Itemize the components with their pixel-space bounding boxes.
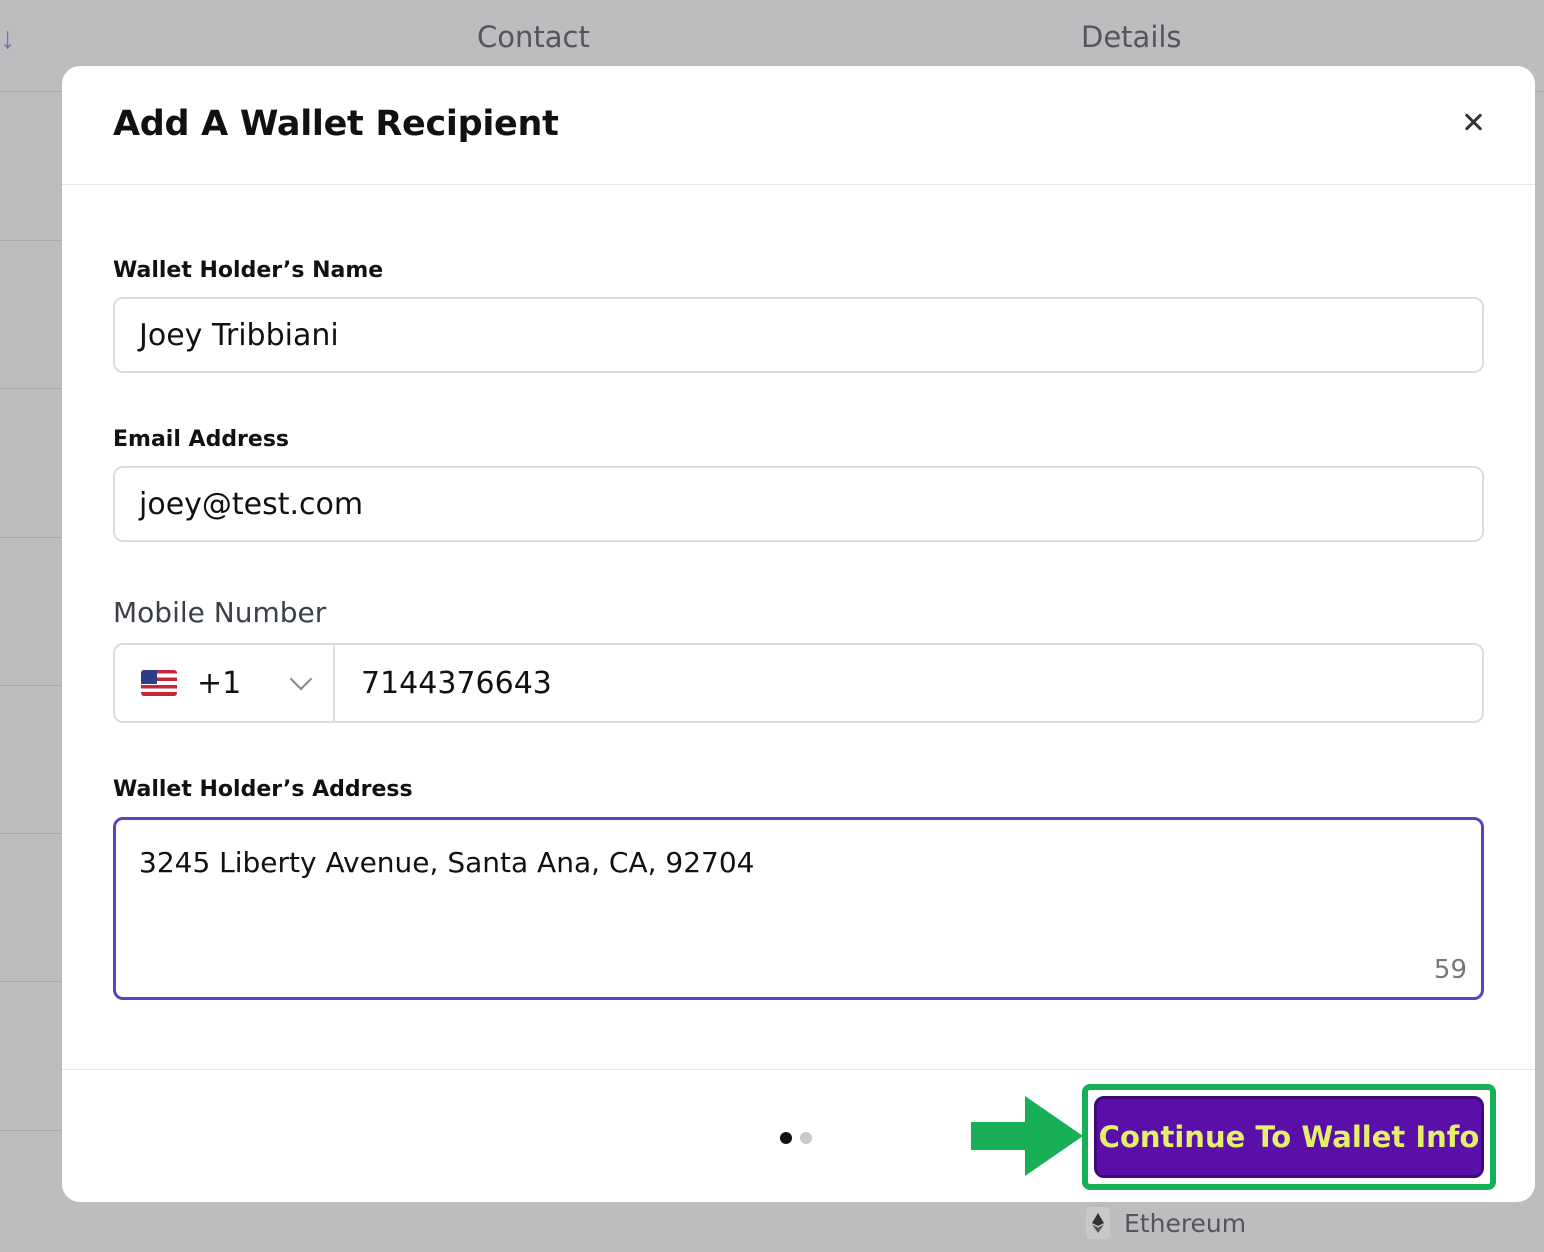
row-divider xyxy=(0,1130,62,1131)
wallet-holder-address-label: Wallet Holder’s Address xyxy=(113,777,413,802)
row-divider xyxy=(0,388,62,389)
chevron-down-icon xyxy=(289,667,313,691)
sort-arrow-icon[interactable]: ↓ xyxy=(0,22,15,56)
modal-footer: Continue To Wallet Info xyxy=(62,1069,1535,1202)
modal-title: Add A Wallet Recipient xyxy=(113,104,559,144)
email-address-label: Email Address xyxy=(113,427,290,452)
email-address-input[interactable]: joey@test.com xyxy=(113,466,1484,542)
mobile-number-label: Mobile Number xyxy=(113,596,327,629)
column-header-details[interactable]: Details xyxy=(1081,20,1182,54)
continue-to-wallet-info-button[interactable]: Continue To Wallet Info xyxy=(1094,1096,1484,1178)
row-divider xyxy=(0,833,62,834)
wallet-holder-address-textarea[interactable]: 3245 Liberty Avenue, Santa Ana, CA, 9270… xyxy=(113,817,1484,1000)
address-value: 3245 Liberty Avenue, Santa Ana, CA, 9270… xyxy=(139,846,755,879)
character-counter: 59 xyxy=(1433,955,1467,985)
annotation-arrow-icon xyxy=(971,1096,1083,1176)
country-code-value: +1 xyxy=(197,665,242,701)
column-header-contact[interactable]: Contact xyxy=(477,20,590,54)
modal-header: Add A Wallet Recipient xyxy=(62,66,1535,185)
country-code-select[interactable]: +1 xyxy=(115,645,335,721)
row-divider xyxy=(0,685,62,686)
row-divider xyxy=(0,240,62,241)
wallet-holder-name-input[interactable]: Joey Tribbiani xyxy=(113,297,1484,373)
network-label: Ethereum xyxy=(1124,1208,1247,1238)
step-dot xyxy=(800,1132,812,1144)
step-dot-active xyxy=(780,1132,792,1144)
close-icon[interactable] xyxy=(1461,110,1485,134)
mobile-number-field: +1 7144376643 xyxy=(113,643,1484,723)
row-divider xyxy=(0,537,62,538)
ethereum-icon xyxy=(1086,1207,1110,1239)
add-wallet-recipient-modal: Add A Wallet Recipient Wallet Holder’s N… xyxy=(62,66,1535,1202)
row-divider xyxy=(0,981,62,982)
step-indicator xyxy=(780,1132,812,1144)
wallet-holder-name-label: Wallet Holder’s Name xyxy=(113,258,384,283)
annotation-highlight-box: Continue To Wallet Info xyxy=(1082,1084,1496,1190)
us-flag-icon xyxy=(141,670,177,696)
mobile-number-input[interactable]: 7144376643 xyxy=(335,645,1482,721)
network-cell: Ethereum xyxy=(1086,1207,1246,1239)
